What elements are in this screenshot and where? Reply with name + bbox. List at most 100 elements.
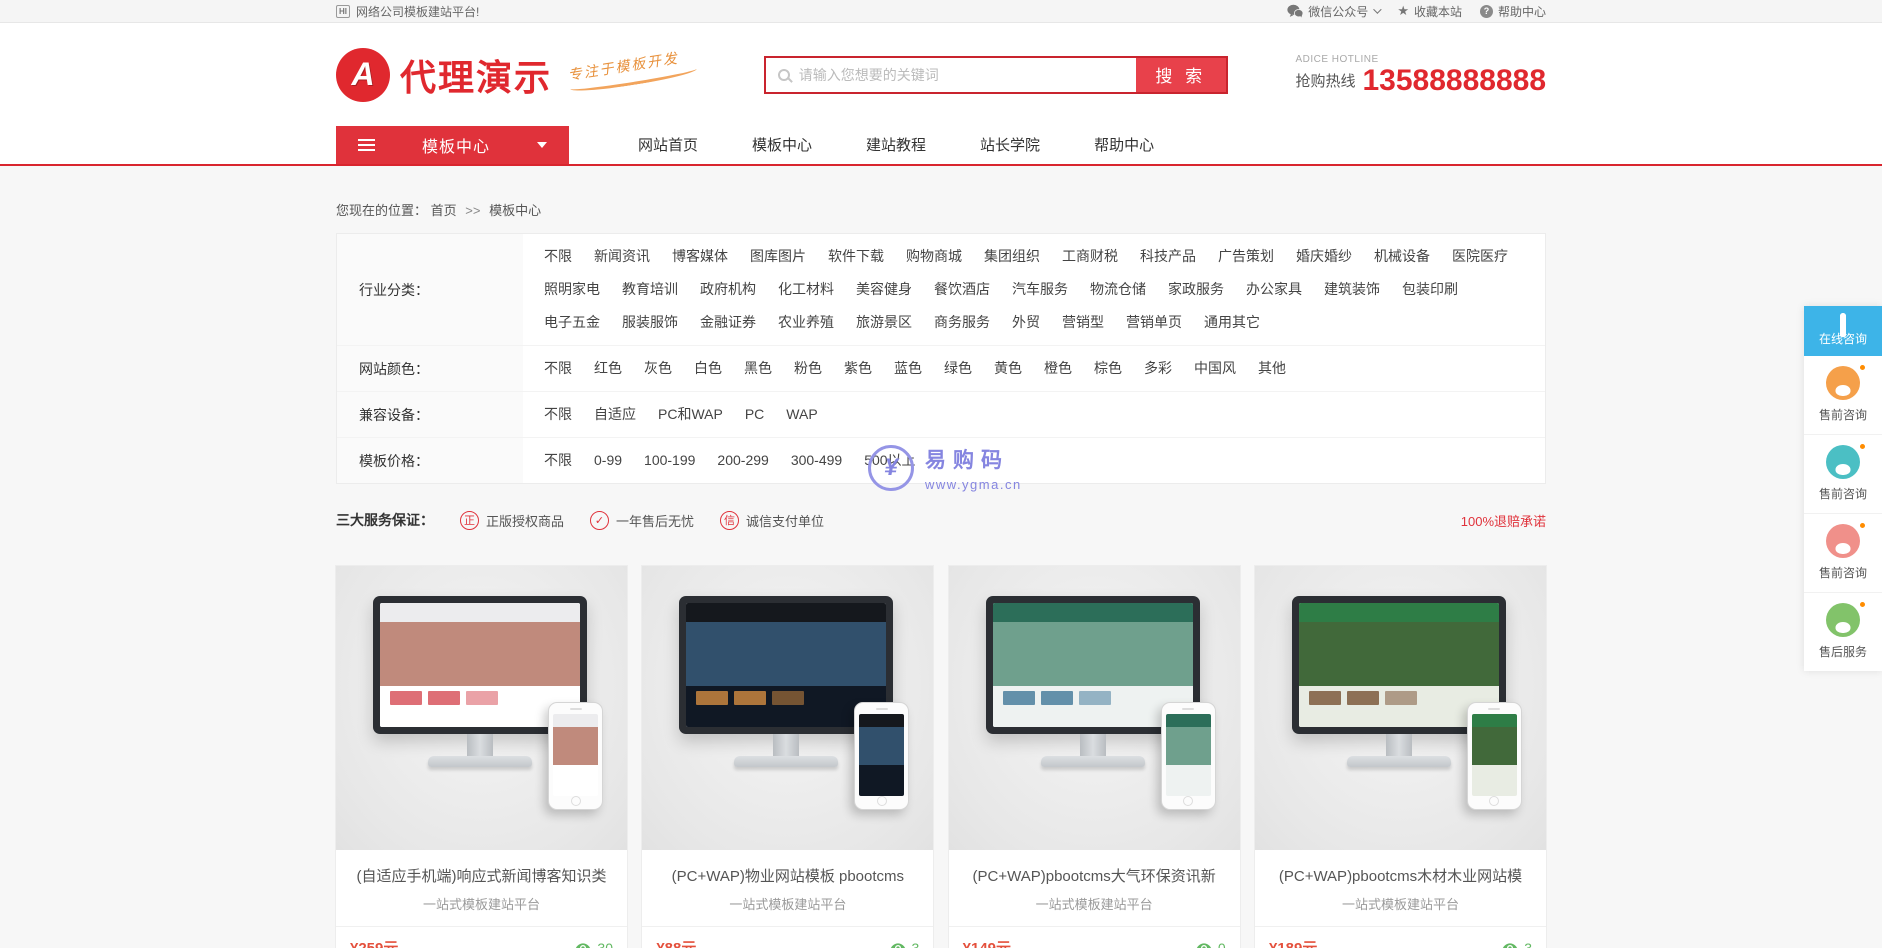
filter-option[interactable]: 白色: [685, 356, 731, 381]
phone-screen: [553, 714, 598, 796]
filter-option[interactable]: 汽车服务: [1003, 277, 1077, 302]
filter-option[interactable]: 300-499: [782, 448, 851, 473]
nav-item[interactable]: 站长学院: [953, 126, 1067, 164]
filter-option[interactable]: 灰色: [635, 356, 681, 381]
eye-icon: [575, 940, 591, 948]
filter-options: 不限自适应PC和WAPPCWAP: [523, 392, 1545, 437]
breadcrumb-home-link[interactable]: 首页: [431, 203, 457, 218]
filter-option[interactable]: 外贸: [1003, 310, 1049, 335]
filter-option[interactable]: 蓝色: [885, 356, 931, 381]
guarantee-bar: 三大服务保证： 正 正版授权商品 ✓ 一年售后无忧 信 诚信支付单位 100%退: [336, 510, 1546, 530]
filter-option[interactable]: 不限: [535, 402, 581, 427]
filter-option[interactable]: 不限: [535, 356, 581, 381]
filter-option[interactable]: 多彩: [1135, 356, 1181, 381]
filter-option[interactable]: 美容健身: [847, 277, 921, 302]
nav-item[interactable]: 模板中心: [725, 126, 839, 164]
filter-option[interactable]: 粉色: [785, 356, 831, 381]
filter-option[interactable]: 橙色: [1035, 356, 1081, 381]
logo[interactable]: A 代理演示 专注于模板开发: [336, 48, 696, 102]
consult-item[interactable]: 售前咨询: [1804, 514, 1882, 593]
filter-option[interactable]: 机械设备: [1365, 244, 1439, 269]
filter-option[interactable]: 营销单页: [1117, 310, 1191, 335]
chevron-down-icon: [1373, 5, 1381, 13]
filter-label: 行业分类：: [337, 234, 523, 345]
filter-option[interactable]: 通用其它: [1195, 310, 1269, 335]
filter-option[interactable]: 黄色: [985, 356, 1031, 381]
consult-item[interactable]: 售前咨询: [1804, 356, 1882, 435]
filter-option[interactable]: 黑色: [735, 356, 781, 381]
filter-option[interactable]: 包装印刷: [1393, 277, 1467, 302]
filter-option[interactable]: 农业养殖: [769, 310, 843, 335]
filter-option[interactable]: 图库图片: [741, 244, 815, 269]
filter-option[interactable]: 中国风: [1185, 356, 1245, 381]
category-menu-button[interactable]: 模板中心: [336, 126, 569, 164]
filter-option[interactable]: 其他: [1249, 356, 1295, 381]
product-card[interactable]: (PC+WAP)pbootcms木材木业网站模 一站式模板建站平台 ¥189元 …: [1255, 566, 1546, 948]
filter-option[interactable]: PC: [736, 402, 773, 427]
filter-option[interactable]: 办公家具: [1237, 277, 1311, 302]
consult-item[interactable]: 售前咨询: [1804, 435, 1882, 514]
search-input[interactable]: [799, 58, 1136, 92]
online-consult-button[interactable]: 在线咨询: [1804, 306, 1882, 356]
filter-option[interactable]: 新闻资讯: [585, 244, 659, 269]
filter-option[interactable]: 0-99: [585, 448, 631, 473]
filter-option[interactable]: 200-299: [708, 448, 777, 473]
product-card[interactable]: (PC+WAP)物业网站模板 pbootcms 一站式模板建站平台 ¥88元 3: [642, 566, 933, 948]
filter-option[interactable]: PC和WAP: [649, 402, 732, 427]
filter-row: 兼容设备： 不限自适应PC和WAPPCWAP: [337, 392, 1545, 438]
filter-option[interactable]: 营销型: [1053, 310, 1113, 335]
breadcrumb: 您现在的位置： 首页 >> 模板中心: [336, 166, 1546, 219]
product-thumbnail: [949, 566, 1240, 850]
filter-option[interactable]: 政府机构: [691, 277, 765, 302]
qq-penguin-icon: [1826, 524, 1860, 558]
filter-option[interactable]: 家政服务: [1159, 277, 1233, 302]
watermark-logo-icon: ¥: [868, 445, 914, 491]
filter-option[interactable]: 不限: [535, 448, 581, 473]
filter-option[interactable]: 商务服务: [925, 310, 999, 335]
filter-option[interactable]: 照明家电: [535, 277, 609, 302]
filter-option[interactable]: 100-199: [635, 448, 704, 473]
filter-option[interactable]: 购物商城: [897, 244, 971, 269]
nav-item[interactable]: 建站教程: [839, 126, 953, 164]
category-menu-label: 模板中心: [422, 133, 490, 157]
filter-option[interactable]: 医院医疗: [1443, 244, 1517, 269]
filter-option[interactable]: 集团组织: [975, 244, 1049, 269]
product-subtitle: 一站式模板建站平台: [1269, 894, 1532, 913]
product-price: ¥259元: [350, 937, 398, 948]
filter-option[interactable]: 服装服饰: [613, 310, 687, 335]
filter-option[interactable]: WAP: [777, 402, 826, 427]
filter-option[interactable]: 棕色: [1085, 356, 1131, 381]
filter-option[interactable]: 工商财税: [1053, 244, 1127, 269]
filter-option[interactable]: 紫色: [835, 356, 881, 381]
wechat-link[interactable]: 微信公众号: [1287, 3, 1379, 20]
filter-option[interactable]: 旅游景区: [847, 310, 921, 335]
filter-option[interactable]: 电子五金: [535, 310, 609, 335]
filter-option[interactable]: 自适应: [585, 402, 645, 427]
filter-option[interactable]: 红色: [585, 356, 631, 381]
product-card[interactable]: (PC+WAP)pbootcms大气环保资讯新 一站式模板建站平台 ¥149元 …: [949, 566, 1240, 948]
filter-option[interactable]: 科技产品: [1131, 244, 1205, 269]
filter-option[interactable]: 不限: [535, 244, 581, 269]
filter-option[interactable]: 金融证券: [691, 310, 765, 335]
nav-item[interactable]: 网站首页: [611, 126, 725, 164]
filter-option[interactable]: 餐饮酒店: [925, 277, 999, 302]
help-link[interactable]: ? 帮助中心: [1480, 3, 1546, 20]
filter-label: 模板价格：: [337, 438, 523, 483]
filter-option[interactable]: 教育培训: [613, 277, 687, 302]
search-button[interactable]: 搜 索: [1136, 58, 1226, 92]
filter-option[interactable]: 化工材料: [769, 277, 843, 302]
filter-option[interactable]: 软件下载: [819, 244, 893, 269]
filter-option[interactable]: 建筑装饰: [1315, 277, 1389, 302]
filter-option[interactable]: 博客媒体: [663, 244, 737, 269]
consult-item[interactable]: 售后服务: [1804, 593, 1882, 671]
favorite-link[interactable]: ★ 收藏本站: [1397, 3, 1462, 20]
filter-option[interactable]: 广告策划: [1209, 244, 1283, 269]
views-count: 0: [1218, 940, 1226, 948]
filter-option[interactable]: 婚庆婚纱: [1287, 244, 1361, 269]
filter-option[interactable]: 绿色: [935, 356, 981, 381]
filter-option[interactable]: 物流仓储: [1081, 277, 1155, 302]
phone-mockup: [1161, 702, 1216, 810]
nav-item[interactable]: 帮助中心: [1067, 126, 1181, 164]
product-card[interactable]: (自适应手机端)响应式新闻博客知识类 一站式模板建站平台 ¥259元 30: [336, 566, 627, 948]
screen-content-block: [772, 691, 804, 705]
